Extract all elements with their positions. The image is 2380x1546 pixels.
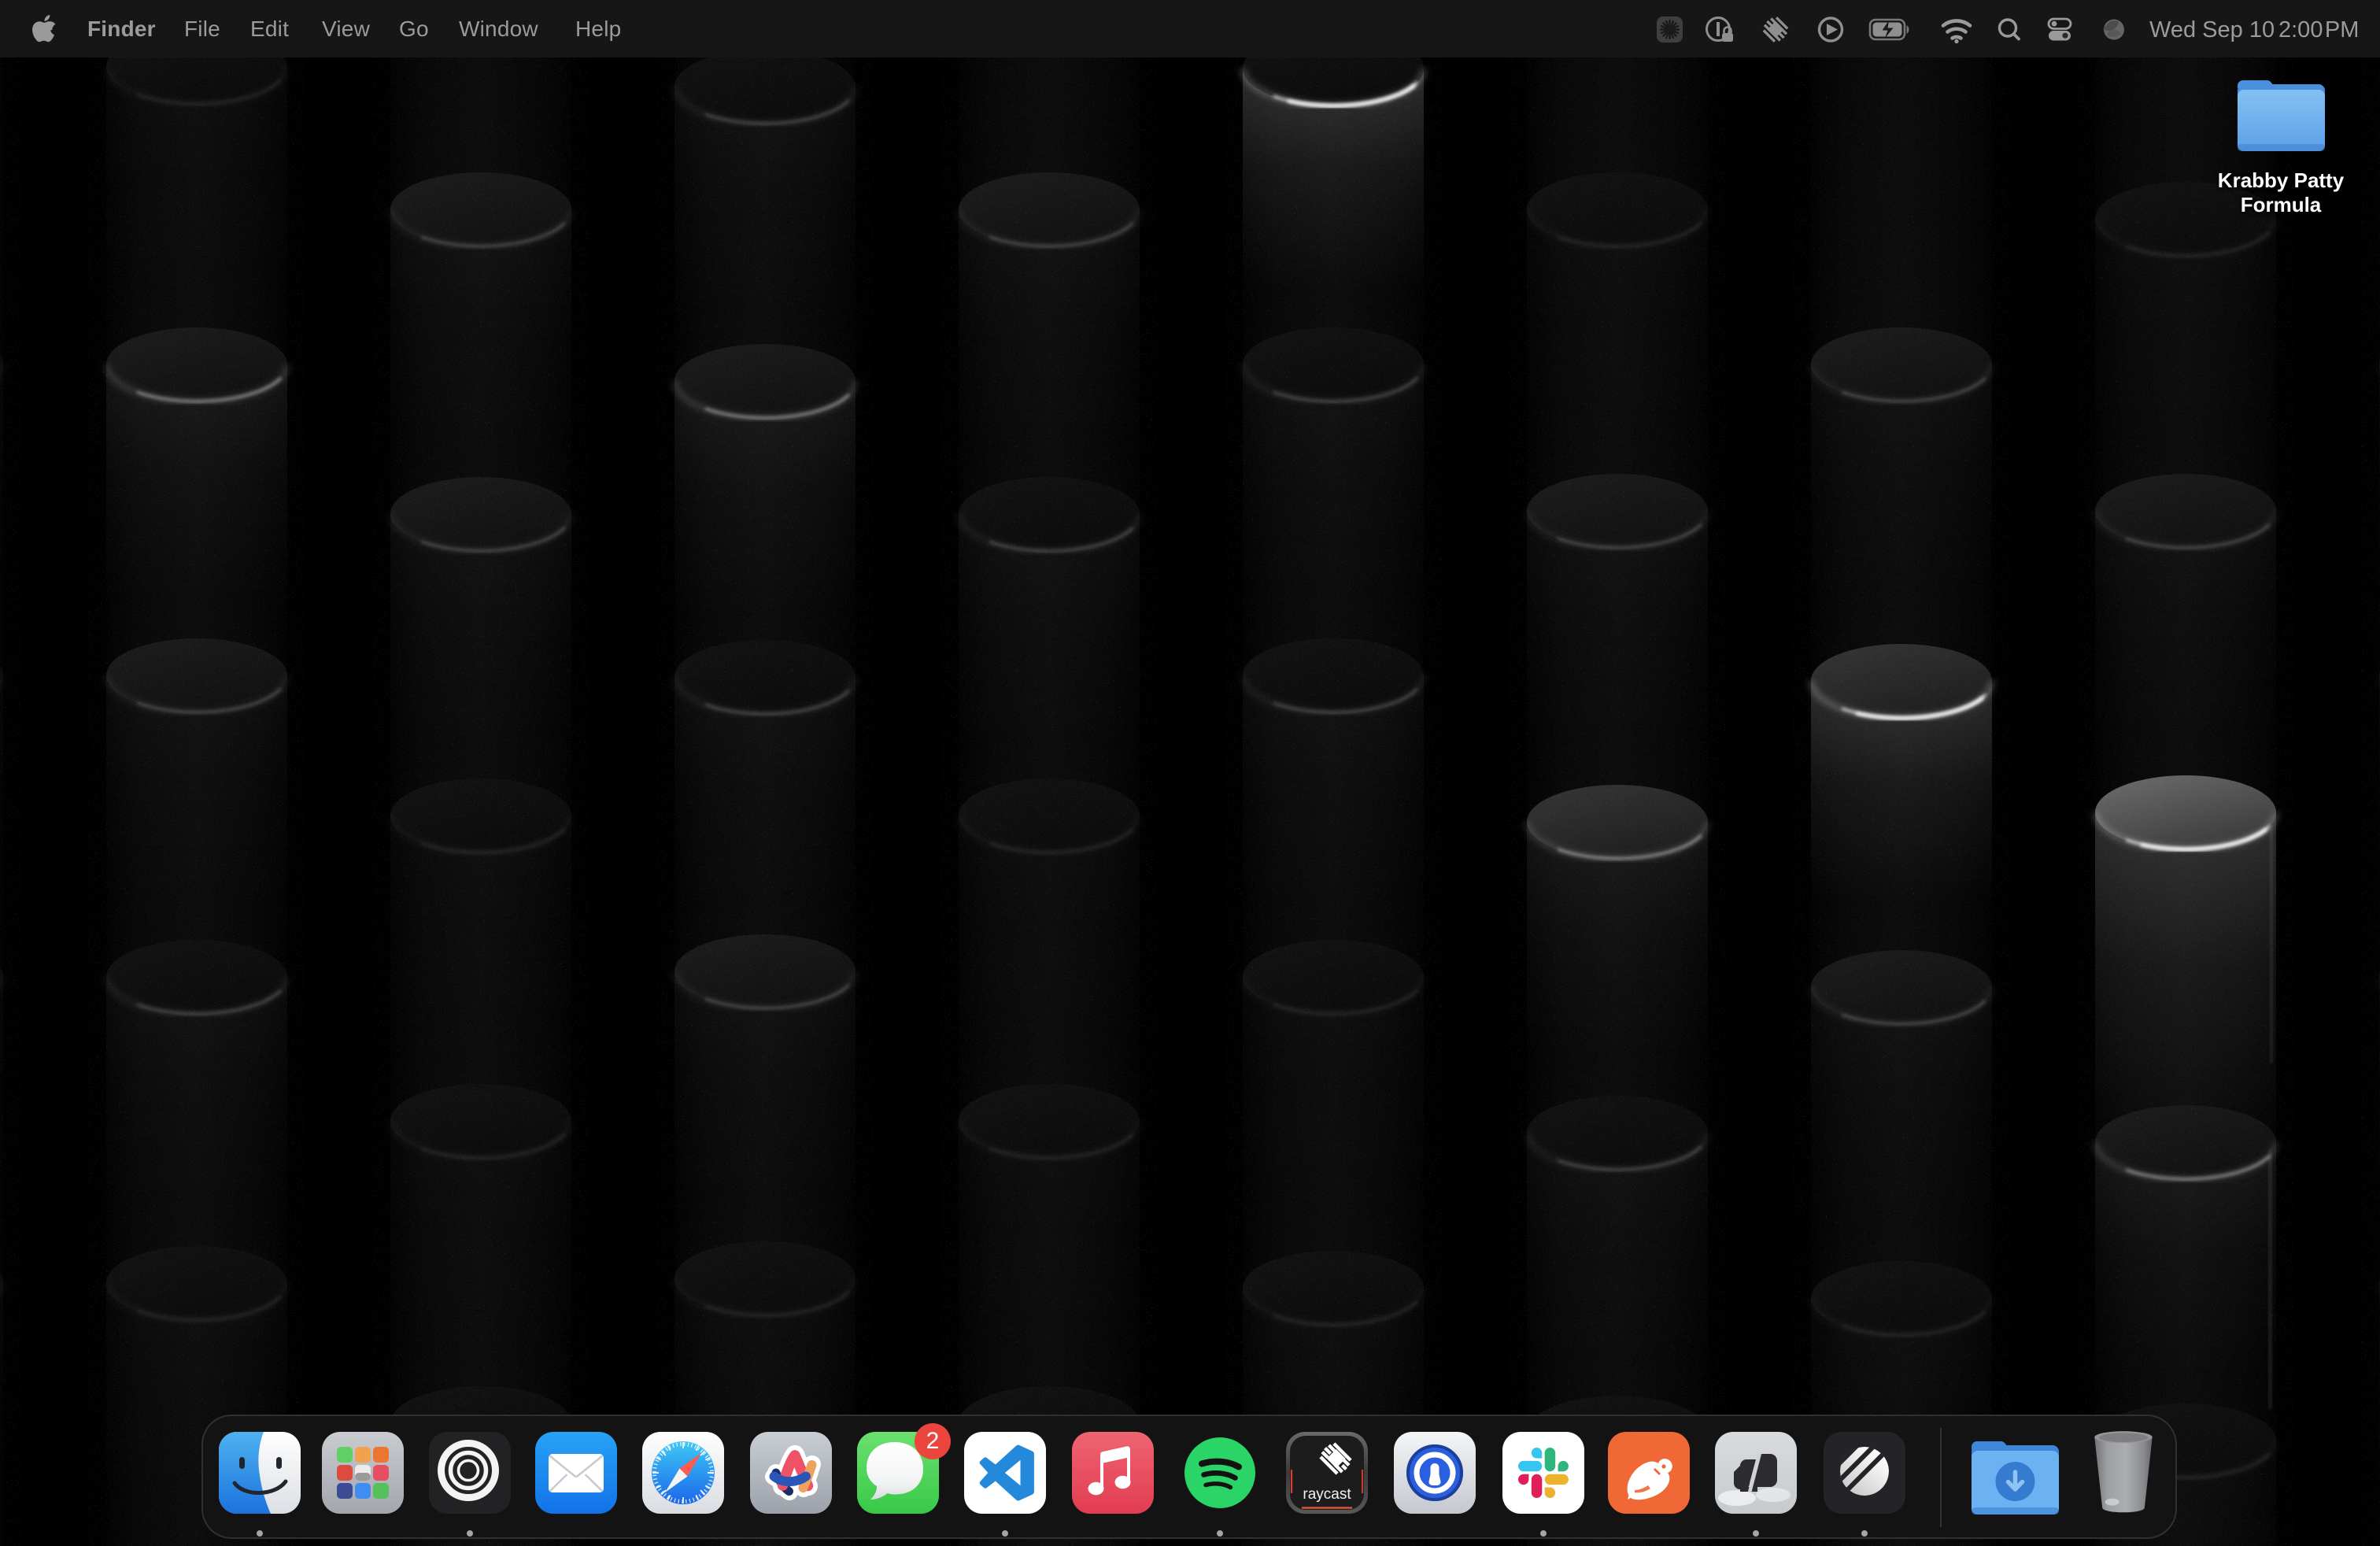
svg-text:2:00 PM: 2:00 PM bbox=[2278, 17, 2359, 43]
svg-text:raycast: raycast bbox=[1303, 1486, 1351, 1503]
svg-text:Wed Sep 10: Wed Sep 10 bbox=[2149, 17, 2275, 43]
